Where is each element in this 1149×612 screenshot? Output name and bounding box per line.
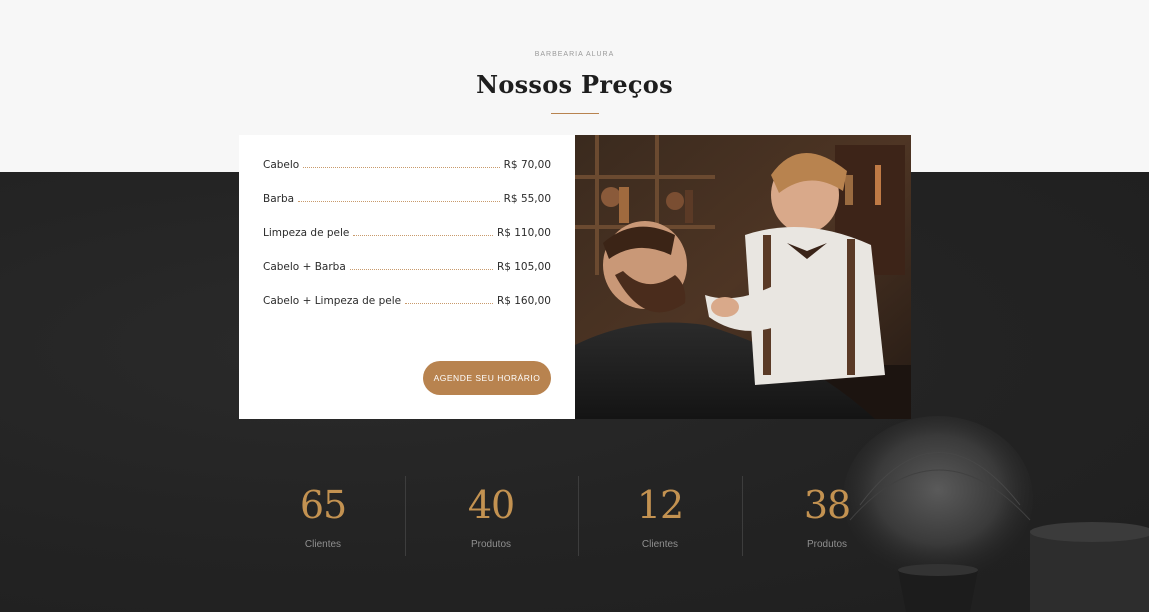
price-list: Cabelo R$ 70,00 Barba R$ 55,00 Limpeza d… [263,159,551,329]
service-name: Cabelo [263,159,300,171]
schedule-button[interactable]: AGENDE SEU HORÁRIO [423,361,551,395]
service-name: Barba [263,193,295,205]
section-eyebrow: BARBEARIA ALURA [534,51,615,58]
price-card: Cabelo R$ 70,00 Barba R$ 55,00 Limpeza d… [239,135,575,419]
service-price: R$ 105,00 [496,261,551,273]
dotted-leader [298,201,500,202]
service-price: R$ 110,00 [496,227,551,239]
barber-photo [575,135,911,419]
stat-label: Clientes [304,539,342,550]
stat-number: 40 [467,483,515,527]
price-row: Barba R$ 55,00 [263,193,551,227]
stat-divider [405,476,406,556]
service-price: R$ 160,00 [496,295,551,307]
stat-item: 40 Produtos [407,476,575,556]
stat-number: 38 [803,483,851,527]
price-row: Cabelo R$ 70,00 [263,159,551,193]
dotted-leader [349,269,493,270]
stat-number: 12 [636,483,684,527]
title-divider [551,113,599,114]
stats-section: 65 Clientes 40 Produtos 12 Clientes 38 P… [239,476,911,556]
dotted-leader [405,303,493,304]
stat-item: 12 Clientes [576,476,744,556]
service-price: R$ 55,00 [503,193,551,205]
stat-number: 65 [299,483,347,527]
price-row: Limpeza de pele R$ 110,00 [263,227,551,261]
stat-label: Produtos [806,539,848,550]
dotted-leader [303,167,500,168]
dotted-leader [353,235,493,236]
section-title: Nossos Preços [476,70,673,99]
price-row: Cabelo + Barba R$ 105,00 [263,261,551,295]
service-name: Cabelo + Limpeza de pele [263,295,402,307]
price-row: Cabelo + Limpeza de pele R$ 160,00 [263,295,551,329]
stat-item: 65 Clientes [239,476,407,556]
service-name: Limpeza de pele [263,227,350,239]
service-price: R$ 70,00 [503,159,551,171]
stat-item: 38 Produtos [743,476,911,556]
stat-label: Clientes [641,539,679,550]
stat-label: Produtos [470,539,512,550]
service-name: Cabelo + Barba [263,261,346,273]
